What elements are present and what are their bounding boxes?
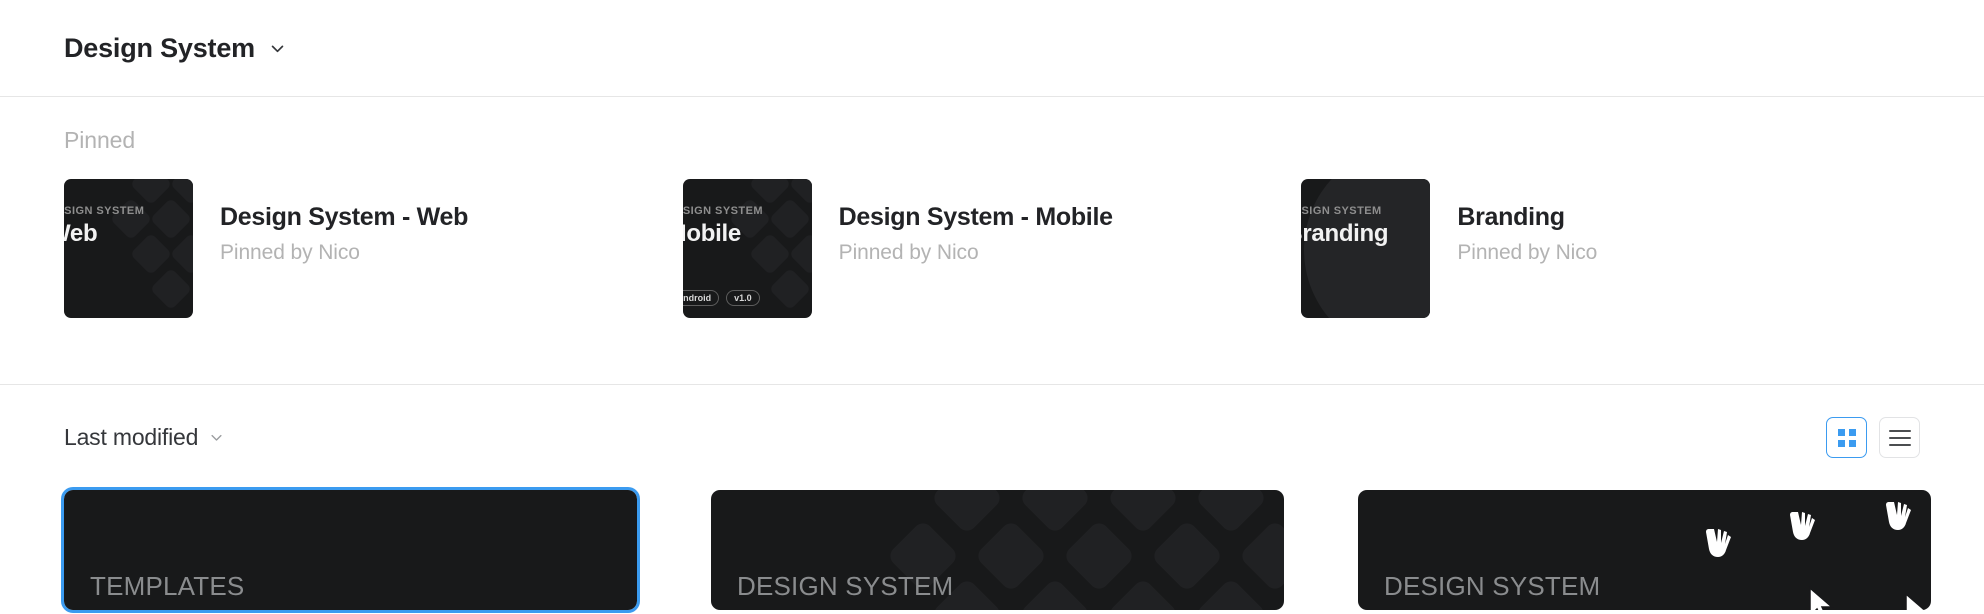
pinned-item-title: Design System - Web [220, 203, 469, 231]
pinned-item-subtitle: Pinned by Nico [220, 241, 360, 264]
hand-cursor-icon [1706, 529, 1731, 557]
pinned-thumbnail[interactable]: DESIGN SYSTEM Branding [1301, 179, 1431, 318]
pinned-section-label: Pinned [64, 127, 136, 153]
sort-dropdown-label: Last modified [64, 424, 199, 450]
view-mode-toggle-group [1826, 417, 1920, 458]
pinned-items-row: DESIGN SYSTEM Web Design System - Web Pi… [64, 179, 1920, 318]
pinned-item-meta: Design System - Mobile Pinned by Nico [839, 179, 1113, 265]
pinned-item-design-system-web[interactable]: DESIGN SYSTEM Web Design System - Web Pi… [64, 179, 683, 318]
arc-decoration-icon [1304, 179, 1431, 318]
breadcrumb-project-dropdown[interactable]: Design System [64, 33, 286, 64]
top-header-bar: Design System [0, 0, 1984, 97]
thumbnail-eyebrow: DESIGN SYSTEM [1301, 205, 1382, 217]
page-title: Design System [64, 32, 255, 63]
diamond-pattern-icon [112, 179, 193, 308]
list-view-icon [1888, 429, 1911, 446]
status-badge: Android [682, 290, 720, 306]
pinned-item-meta: Branding Pinned by Nico [1457, 179, 1597, 265]
thumbnail-name: Mobile [683, 220, 742, 247]
file-card-caption: DESIGN SYSTEM [1384, 571, 1601, 601]
thumbnail-eyebrow: DESIGN SYSTEM [682, 205, 763, 217]
hand-cursor-icon [1790, 512, 1815, 540]
thumbnail-text-block: DESIGN SYSTEM Branding [1301, 205, 1430, 248]
arrow-pointer-icon [1905, 592, 1926, 610]
list-view-button[interactable] [1879, 417, 1920, 458]
thumbnail-eyebrow: DESIGN SYSTEM [64, 205, 145, 217]
chevron-down-icon[interactable] [209, 430, 224, 445]
pinned-item-meta: Design System - Web Pinned by Nico [220, 179, 468, 265]
chevron-down-icon[interactable] [269, 40, 286, 57]
grid-view-icon [1837, 428, 1856, 447]
file-card-design-system[interactable]: DESIGN SYSTEM [711, 490, 1284, 610]
pinned-thumbnail[interactable]: DESIGN SYSTEM Mobile Android v1.0 [682, 179, 812, 318]
hand-cursor-icon [1886, 502, 1911, 530]
arrow-pointer-icon [1809, 586, 1835, 610]
grid-view-button[interactable] [1826, 417, 1867, 458]
thumbnail-name: Branding [1301, 220, 1389, 247]
pinned-item-design-system-mobile[interactable]: DESIGN SYSTEM Mobile Android v1.0 Design… [682, 179, 1302, 318]
file-card-caption: TEMPLATES [90, 571, 245, 601]
pinned-item-title: Branding [1457, 203, 1565, 231]
pinned-section: Pinned DESIGN SYSTEM [0, 97, 1984, 385]
files-grid: TEMPLATES DESIGN SYSTEM DESIGN SYSTEM [0, 487, 1984, 613]
pinned-item-subtitle: Pinned by Nico [1457, 241, 1598, 264]
files-toolbar: Last modified [0, 385, 1984, 490]
thumbnail-badges: Android v1.0 [682, 290, 760, 306]
pinned-thumbnail[interactable]: DESIGN SYSTEM Web [64, 179, 193, 318]
thumbnail-text-block: DESIGN SYSTEM Mobile [683, 205, 812, 248]
sort-dropdown[interactable]: Last modified [64, 424, 224, 451]
version-badge: v1.0 [726, 290, 760, 306]
pinned-item-branding[interactable]: DESIGN SYSTEM Branding Branding Pinned b… [1301, 179, 1920, 318]
thumbnail-text-block: DESIGN SYSTEM Web [64, 205, 193, 248]
pinned-item-title: Design System - Mobile [838, 203, 1113, 231]
thumbnail-name: Web [64, 220, 98, 247]
file-card-templates[interactable]: TEMPLATES [61, 487, 640, 613]
file-card-caption: DESIGN SYSTEM [737, 571, 954, 601]
file-card-design-system-cursors[interactable]: DESIGN SYSTEM [1358, 490, 1931, 610]
pinned-item-subtitle: Pinned by Nico [838, 241, 979, 264]
